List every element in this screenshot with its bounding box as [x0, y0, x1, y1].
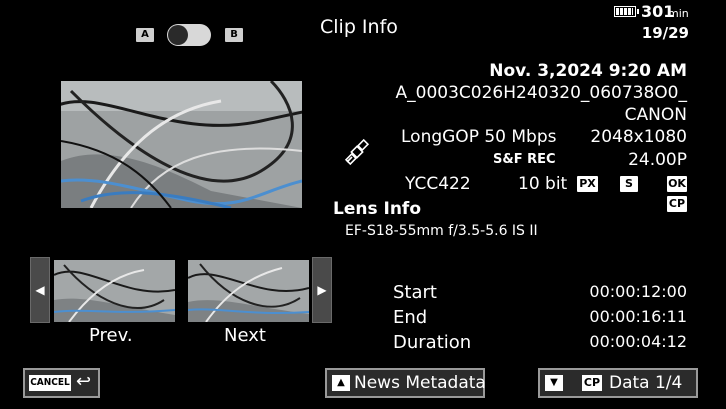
cancel-button[interactable]: CANCEL ↩ [23, 368, 100, 398]
prev-clip-thumbnail[interactable] [54, 260, 175, 322]
start-label: Start [393, 282, 437, 303]
next-clip-thumbnail[interactable] [188, 260, 309, 322]
duration-value: 00:00:04:12 [589, 332, 687, 351]
color-sampling: YCC422 [405, 174, 471, 194]
filename-line2: CANON [624, 105, 687, 125]
battery-unit: min [668, 7, 689, 20]
cancel-key-label: CANCEL [29, 375, 71, 391]
clip-thumbnail [61, 81, 302, 208]
return-icon: ↩ [76, 371, 92, 392]
news-metadata-button[interactable]: ▲ News Metadata [325, 368, 486, 398]
filename-line1: A_0003C026H240320_060738O0_ [395, 83, 687, 103]
slot-b-badge: B [225, 28, 243, 42]
codec: LongGOP 50 Mbps [401, 127, 557, 147]
lens-info-heading: Lens Info [333, 199, 422, 219]
end-label: End [393, 307, 428, 328]
toggle-knob [168, 25, 188, 45]
data-page-button[interactable]: ▼ CP Data 1/4 [538, 368, 698, 398]
triangle-down-icon: ▼ [545, 375, 563, 391]
ok-mark-tag: OK [667, 176, 687, 192]
s-tag: S [620, 176, 638, 192]
end-value: 00:00:16:11 [589, 307, 687, 326]
clip-counter: 19/29 [641, 24, 689, 42]
duration-label: Duration [393, 332, 472, 353]
left-arrow-icon: ◀ [35, 283, 45, 297]
bit-depth: 10 bit [518, 174, 568, 194]
next-label: Next [224, 325, 266, 346]
cp-mark-tag: CP [667, 196, 687, 212]
right-arrow-icon: ▶ [317, 283, 327, 297]
prev-label: Prev. [89, 325, 133, 346]
lens-model: EF-S18-55mm f/3.5-5.6 IS II [345, 223, 538, 239]
data-page-label: Data 1/4 [609, 373, 683, 393]
prev-clip-arrow[interactable]: ◀ [30, 257, 50, 323]
start-value: 00:00:12:00 [589, 282, 687, 301]
sf-rec-label: S&F REC [493, 152, 556, 167]
news-metadata-label: News Metadata [354, 373, 486, 393]
date-time: Nov. 3,2024 9:20 AM [489, 61, 687, 81]
page-title: Clip Info [320, 16, 398, 38]
px-tag: PX [577, 176, 598, 192]
frame-rate: 24.00P [628, 150, 687, 170]
next-clip-arrow[interactable]: ▶ [312, 257, 332, 323]
satellite-icon [343, 138, 371, 166]
battery-icon [614, 6, 639, 17]
slot-a-badge: A [136, 28, 154, 42]
resolution: 2048x1080 [590, 127, 687, 147]
triangle-up-icon: ▲ [332, 375, 350, 391]
cp-icon: CP [582, 375, 602, 391]
slot-toggle[interactable] [167, 24, 211, 46]
